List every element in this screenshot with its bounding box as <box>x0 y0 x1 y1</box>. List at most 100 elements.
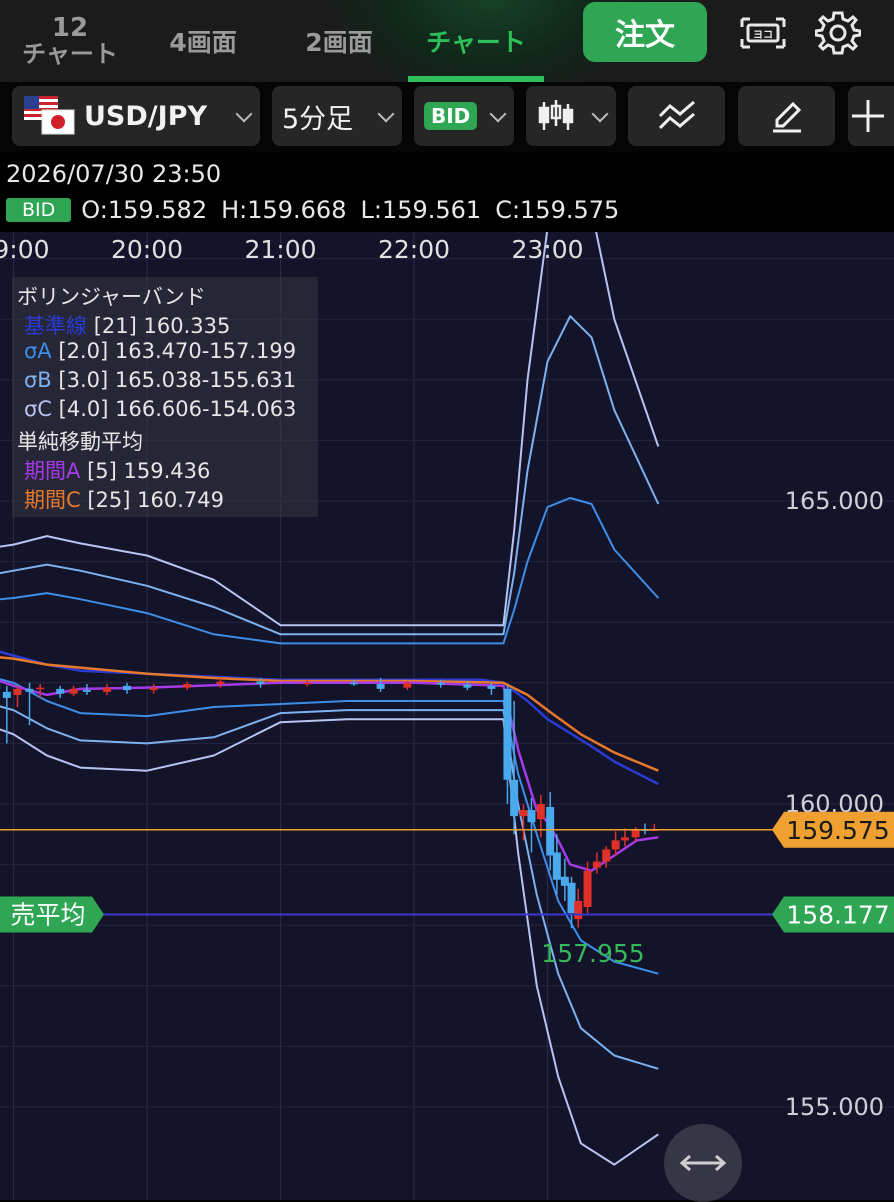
legend-bb-mid-param: [21] <box>94 314 137 338</box>
flag-icon <box>22 94 78 138</box>
candle-body <box>537 804 545 819</box>
candle-body <box>14 689 22 695</box>
candle-body <box>303 683 311 685</box>
order-button[interactable]: 注文 <box>583 2 707 62</box>
legend-bb-b: σB [3.0] 165.038-155.631 <box>24 368 296 392</box>
ohlc-bid-tag: BID <box>6 198 71 222</box>
legend-sma-a: 期間A [5] 159.436 <box>24 455 210 485</box>
candlesticks <box>0 665 658 929</box>
candle-body <box>612 840 620 849</box>
legend-bb-b-value: 165.038-155.631 <box>115 368 296 392</box>
candlestick-icon <box>536 96 576 136</box>
legend-bb-mid-value: 160.335 <box>143 314 230 338</box>
time-tick-label: 22:00 <box>378 235 450 264</box>
candle-body <box>83 690 91 692</box>
high-value: H:159.668 <box>221 196 346 224</box>
candle-body <box>632 829 640 837</box>
candle-body <box>377 684 385 689</box>
legend-bb-a-param: [2.0] <box>58 339 108 363</box>
gear-icon[interactable] <box>808 8 868 58</box>
legend-bb-b-param: [3.0] <box>58 368 108 392</box>
price-type-label: BID <box>424 102 477 130</box>
current-price-label: 159.575 <box>786 816 889 845</box>
candle-body <box>56 689 64 694</box>
tab-4-screen[interactable]: 4画面 <box>148 0 258 82</box>
legend-bb-c-name: σC <box>24 397 52 421</box>
ohlc-values: BID O:159.582 H:159.668 L:159.561 C:159.… <box>6 196 633 224</box>
legend-bb-a: σA [2.0] 163.470-157.199 <box>24 339 296 363</box>
tab-2-screen[interactable]: 2画面 <box>283 0 395 82</box>
candle-body <box>437 683 445 685</box>
legend-sma-title: 単純移動平均 <box>17 426 143 456</box>
period-low-label: 157.955 <box>541 939 644 968</box>
legend-sma-c-param: [25] <box>87 488 130 512</box>
crosshair-button[interactable] <box>848 86 894 146</box>
time-tick-label: 21:00 <box>244 235 316 264</box>
candle-body <box>593 862 601 868</box>
average-sell-label: 売平均 <box>10 900 85 929</box>
indicator-legend: ボリンジャーバンド 基準線 [21] 160.335 σA [2.0] 163.… <box>12 277 318 517</box>
timeframe-select[interactable]: 5分足 <box>272 86 402 146</box>
legend-sma-c-name: 期間C <box>24 488 81 512</box>
crosshair-icon <box>848 96 888 136</box>
candle-body <box>621 837 629 840</box>
candle-body <box>503 689 511 780</box>
widget-icon[interactable]: ヨコ <box>733 8 793 58</box>
ohlc-info-panel: 2026/07/30 23:50 BID O:159.582 H:159.668… <box>0 152 894 232</box>
expand-horizontal-button[interactable] <box>664 1124 742 1202</box>
indicator-icon <box>656 96 698 136</box>
time-tick-label: 20:00 <box>111 235 183 264</box>
candle-body <box>602 849 610 861</box>
legend-bb-b-name: σB <box>24 368 52 392</box>
candle-body <box>487 686 495 689</box>
legend-bb-c-param: [4.0] <box>59 397 109 421</box>
top-navigation-bar: 12 チャート 4画面 2画面 チャート 注文 ヨコ <box>0 0 894 82</box>
average-sell-price-label: 158.177 <box>786 900 889 929</box>
price-type-select[interactable]: BID <box>414 86 514 146</box>
legend-bb-c-value: 166.606-154.063 <box>115 397 296 421</box>
candle-body <box>553 852 561 879</box>
close-value: C:159.575 <box>495 196 619 224</box>
candle-body <box>574 901 582 919</box>
indicator-button[interactable] <box>628 86 725 146</box>
legend-sma-a-param: [5] <box>87 459 117 483</box>
candle-body <box>26 689 34 692</box>
candle-body <box>584 871 592 907</box>
legend-sma-c: 期間C [25] 160.749 <box>24 484 224 514</box>
bb-middle-line <box>0 646 658 784</box>
candle-body <box>546 807 554 855</box>
candle-body <box>519 810 527 816</box>
legend-sma-c-value: 160.749 <box>137 488 224 512</box>
chevron-down-icon <box>236 106 253 123</box>
time-tick-label: 23:00 <box>511 235 583 264</box>
candle-body <box>350 683 358 685</box>
tab-12-count: 12 <box>52 15 88 41</box>
legend-bb-a-name: σA <box>24 339 52 363</box>
chevron-down-icon <box>592 106 609 123</box>
candle-body <box>403 683 411 688</box>
candle-body <box>3 692 11 698</box>
legend-bb-c: σC [4.0] 166.606-154.063 <box>24 397 296 421</box>
draw-button[interactable] <box>738 86 835 146</box>
time-axis-labels: 19:0020:0021:0022:0023:00 <box>0 235 584 264</box>
legend-bb-title: ボリンジャーバンド <box>17 281 206 311</box>
candle-body <box>103 688 111 692</box>
legend-sma-a-name: 期間A <box>24 459 80 483</box>
candle-body <box>256 682 264 684</box>
currency-pair-select[interactable]: USD/JPY <box>12 86 260 146</box>
price-tick-label: 155.000 <box>785 1093 884 1121</box>
chart-toolbar: USD/JPY 5分足 BID <box>0 82 894 152</box>
tab-12-chart[interactable]: 12 チャート <box>0 0 140 82</box>
horizontal-arrows-icon <box>678 1151 728 1175</box>
chart-type-select[interactable] <box>526 86 616 146</box>
candle-body <box>150 688 158 690</box>
price-markers: 159.575 売平均 158.177 157.955 <box>0 812 894 968</box>
legend-bb-mid-name: 基準線 <box>24 314 87 338</box>
chevron-down-icon <box>378 106 395 123</box>
candle-body <box>216 682 224 684</box>
tab-chart[interactable]: チャート <box>408 0 544 82</box>
candle-body <box>70 689 78 694</box>
legend-bb-mid: 基準線 [21] 160.335 <box>24 310 230 340</box>
low-value: L:159.561 <box>360 196 481 224</box>
tab-12-label: チャート <box>22 41 118 67</box>
